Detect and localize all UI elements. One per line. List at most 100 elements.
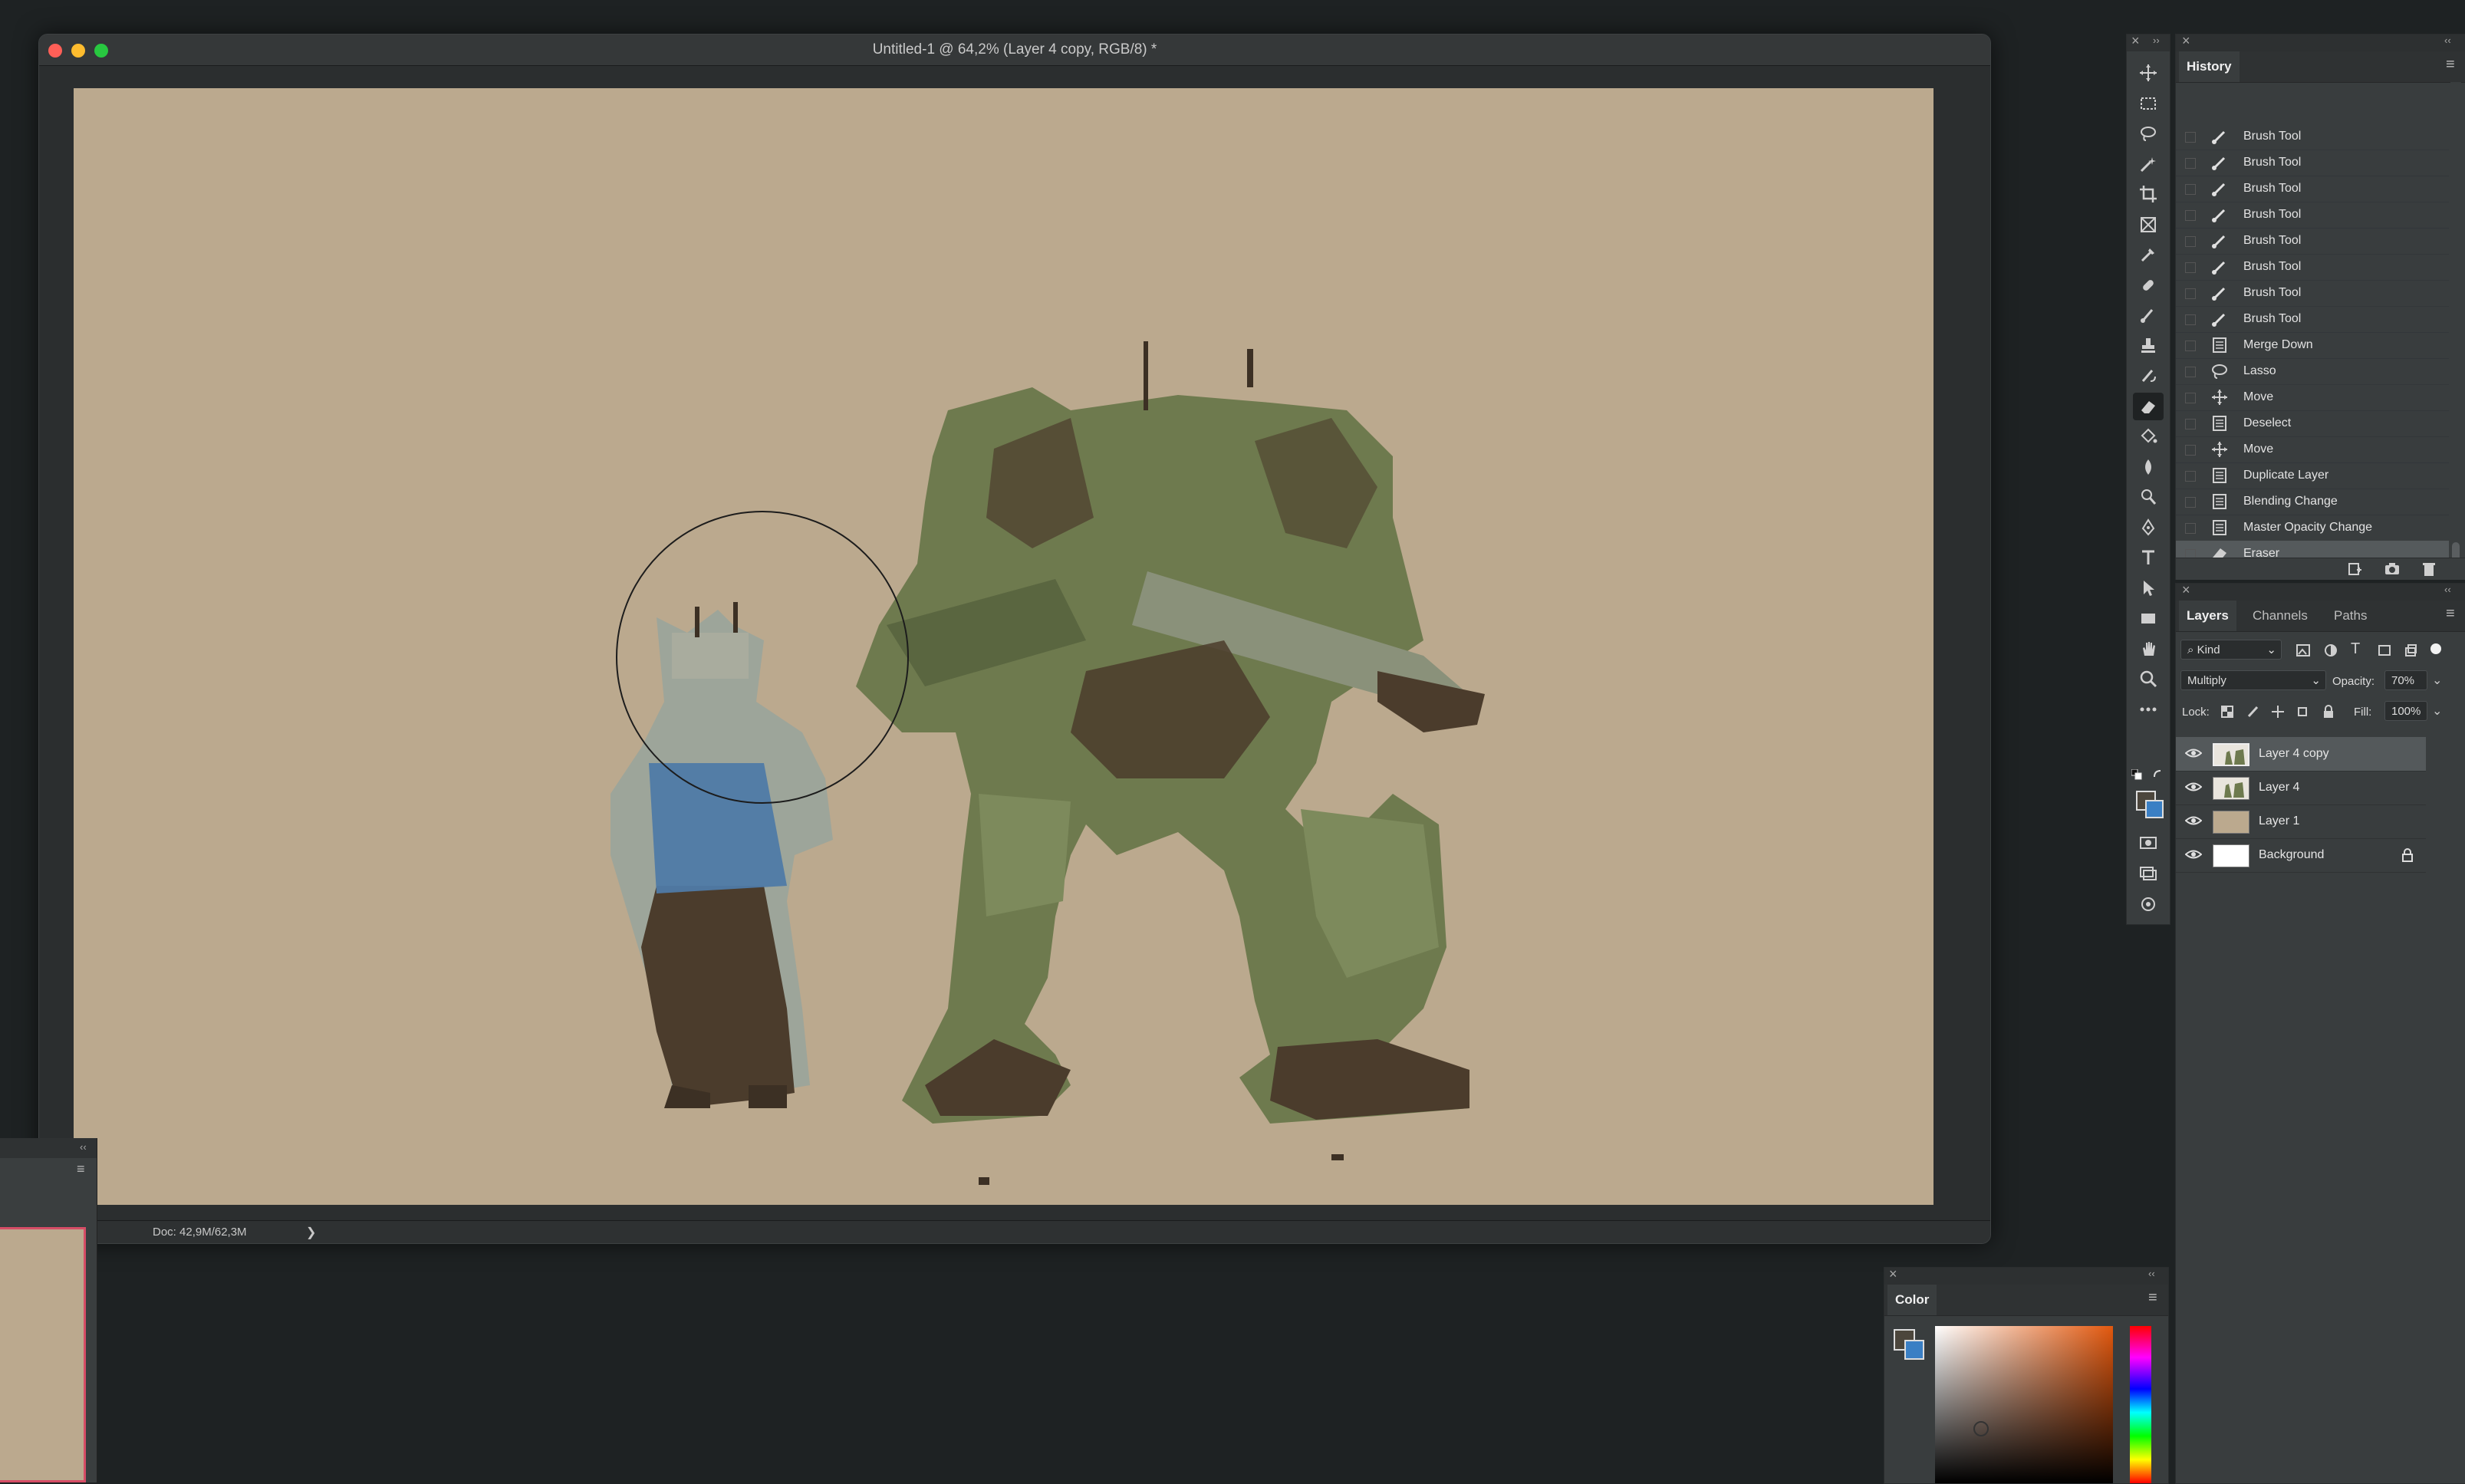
history-item[interactable]: Blending Change xyxy=(2176,489,2449,515)
visibility-eye-icon[interactable] xyxy=(2184,847,2203,861)
healing-brush-icon[interactable] xyxy=(2133,271,2164,299)
filter-adjustment-icon[interactable] xyxy=(2323,643,2338,657)
hue-slider[interactable] xyxy=(2130,1326,2151,1483)
blur-tool-icon[interactable] xyxy=(2133,453,2164,481)
frame-tool-icon[interactable] xyxy=(2133,211,2164,239)
opacity-input[interactable]: 70% xyxy=(2384,670,2427,690)
color-panel-top[interactable]: × ‹‹ xyxy=(1884,1266,2168,1285)
path-selection-icon[interactable] xyxy=(2133,574,2164,602)
color-picker-handle[interactable] xyxy=(1973,1421,1989,1436)
layers-panel-top[interactable]: × ‹‹ xyxy=(2176,582,2465,601)
dodge-tool-icon[interactable] xyxy=(2133,483,2164,511)
panel-menu-icon[interactable]: ≡ xyxy=(2446,56,2455,74)
document-scrollbar[interactable] xyxy=(1976,67,1990,1217)
tab-history[interactable]: History xyxy=(2179,51,2240,82)
history-item[interactable]: Lasso xyxy=(2176,358,2449,385)
layer-row[interactable]: Background xyxy=(2176,838,2426,873)
visibility-eye-icon[interactable] xyxy=(2184,746,2203,760)
lock-image-icon[interactable] xyxy=(2246,705,2260,719)
status-menu-arrow[interactable]: ❯ xyxy=(306,1225,316,1240)
collapse-icon[interactable]: ‹‹ xyxy=(2444,35,2451,46)
pen-tool-icon[interactable] xyxy=(2133,514,2164,541)
camera-icon[interactable] xyxy=(2383,560,2401,578)
filter-toggle-icon[interactable] xyxy=(2430,643,2441,654)
crop-tool-icon[interactable] xyxy=(2133,180,2164,208)
history-brush-icon[interactable] xyxy=(2133,362,2164,390)
history-item[interactable]: Duplicate Layer xyxy=(2176,462,2449,489)
collapse-icon[interactable]: ‹‹ xyxy=(2148,1268,2155,1279)
move-tool-icon[interactable] xyxy=(2133,59,2164,87)
history-item[interactable]: Brush Tool xyxy=(2176,150,2449,176)
type-tool-icon[interactable] xyxy=(2133,544,2164,571)
history-item[interactable]: Brush Tool xyxy=(2176,202,2449,229)
filter-smart-object-icon[interactable] xyxy=(2403,643,2418,657)
history-source-checkbox[interactable] xyxy=(2185,419,2196,429)
eyedropper-icon[interactable] xyxy=(2133,241,2164,268)
lock-position-icon[interactable] xyxy=(2271,705,2285,719)
history-source-checkbox[interactable] xyxy=(2185,236,2196,247)
collapse-icon[interactable]: ‹‹ xyxy=(80,1141,87,1153)
close-icon[interactable]: × xyxy=(2182,33,2190,49)
fill-input[interactable]: 100% xyxy=(2384,701,2427,721)
panel-menu-icon[interactable]: ≡ xyxy=(77,1161,85,1177)
rectangle-tool-icon[interactable] xyxy=(2133,604,2164,632)
screen-mode-icon[interactable] xyxy=(2133,860,2164,887)
default-colors-icon[interactable] xyxy=(2131,768,2142,780)
canvas[interactable] xyxy=(74,88,1933,1205)
close-icon[interactable]: × xyxy=(1889,1266,1897,1282)
quick-mask-icon[interactable] xyxy=(2133,829,2164,857)
tab-paths[interactable]: Paths xyxy=(2326,601,2374,631)
visibility-eye-icon[interactable] xyxy=(2184,814,2203,828)
history-source-checkbox[interactable] xyxy=(2185,341,2196,351)
collapse-icon[interactable]: ›› xyxy=(2153,35,2160,46)
panel-menu-icon[interactable]: ≡ xyxy=(2446,605,2455,623)
history-source-checkbox[interactable] xyxy=(2185,393,2196,403)
filter-kind-select[interactable]: ⌕ Kind ⌄ xyxy=(2180,640,2282,660)
visibility-eye-icon[interactable] xyxy=(2184,780,2203,794)
brush-tool-icon[interactable] xyxy=(2133,301,2164,329)
filter-pixel-icon[interactable] xyxy=(2296,643,2311,657)
history-item[interactable]: Deselect xyxy=(2176,410,2449,437)
chevron-down-icon[interactable]: ⌄ xyxy=(2432,673,2442,688)
history-item[interactable]: Brush Tool xyxy=(2176,228,2449,255)
tab-color[interactable]: Color xyxy=(1887,1285,1937,1315)
history-source-checkbox[interactable] xyxy=(2185,132,2196,143)
more-tools-icon[interactable] xyxy=(2133,696,2164,723)
history-source-checkbox[interactable] xyxy=(2185,314,2196,325)
marquee-tool-icon[interactable] xyxy=(2133,90,2164,117)
history-item[interactable]: Brush Tool xyxy=(2176,176,2449,202)
layer-row[interactable]: Layer 4 xyxy=(2176,771,2426,805)
tab-channels[interactable]: Channels xyxy=(2245,601,2315,631)
filter-type-icon[interactable]: T xyxy=(2351,640,2360,658)
history-source-checkbox[interactable] xyxy=(2185,262,2196,273)
toolbar-header[interactable]: × ›› xyxy=(2127,33,2170,51)
history-item[interactable]: Brush Tool xyxy=(2176,123,2449,150)
color-saturation-field[interactable] xyxy=(1935,1326,2113,1483)
lock-all-icon[interactable] xyxy=(2322,705,2335,719)
edit-toolbar-icon[interactable] xyxy=(2133,890,2164,918)
layer-row[interactable]: Layer 1 xyxy=(2176,805,2426,839)
history-source-checkbox[interactable] xyxy=(2185,367,2196,377)
left-panel-header[interactable]: ‹‹ xyxy=(0,1138,97,1158)
swap-colors-icon[interactable] xyxy=(2153,769,2164,780)
filter-shape-icon[interactable] xyxy=(2377,643,2392,657)
history-source-checkbox[interactable] xyxy=(2185,523,2196,534)
background-color-swatch[interactable] xyxy=(1904,1340,1924,1360)
history-item[interactable]: Merge Down xyxy=(2176,332,2449,359)
chevron-down-icon[interactable]: ⌄ xyxy=(2432,703,2442,719)
history-item[interactable]: Move xyxy=(2176,436,2449,463)
trash-icon[interactable] xyxy=(2420,560,2438,578)
history-item[interactable]: Master Opacity Change xyxy=(2176,515,2449,541)
history-source-checkbox[interactable] xyxy=(2185,210,2196,221)
history-item[interactable]: Move xyxy=(2176,384,2449,411)
history-source-checkbox[interactable] xyxy=(2185,497,2196,508)
document-titlebar[interactable]: Untitled-1 @ 64,2% (Layer 4 copy, RGB/8)… xyxy=(39,35,1990,66)
history-source-checkbox[interactable] xyxy=(2185,184,2196,195)
lock-transparent-icon[interactable] xyxy=(2220,705,2234,719)
lasso-tool-icon[interactable] xyxy=(2133,120,2164,147)
history-item[interactable]: Brush Tool xyxy=(2176,254,2449,281)
background-color-swatch[interactable] xyxy=(2145,800,2164,818)
eraser-tool-icon[interactable] xyxy=(2133,392,2164,420)
history-source-checkbox[interactable] xyxy=(2185,471,2196,482)
history-item[interactable]: Brush Tool xyxy=(2176,280,2449,307)
